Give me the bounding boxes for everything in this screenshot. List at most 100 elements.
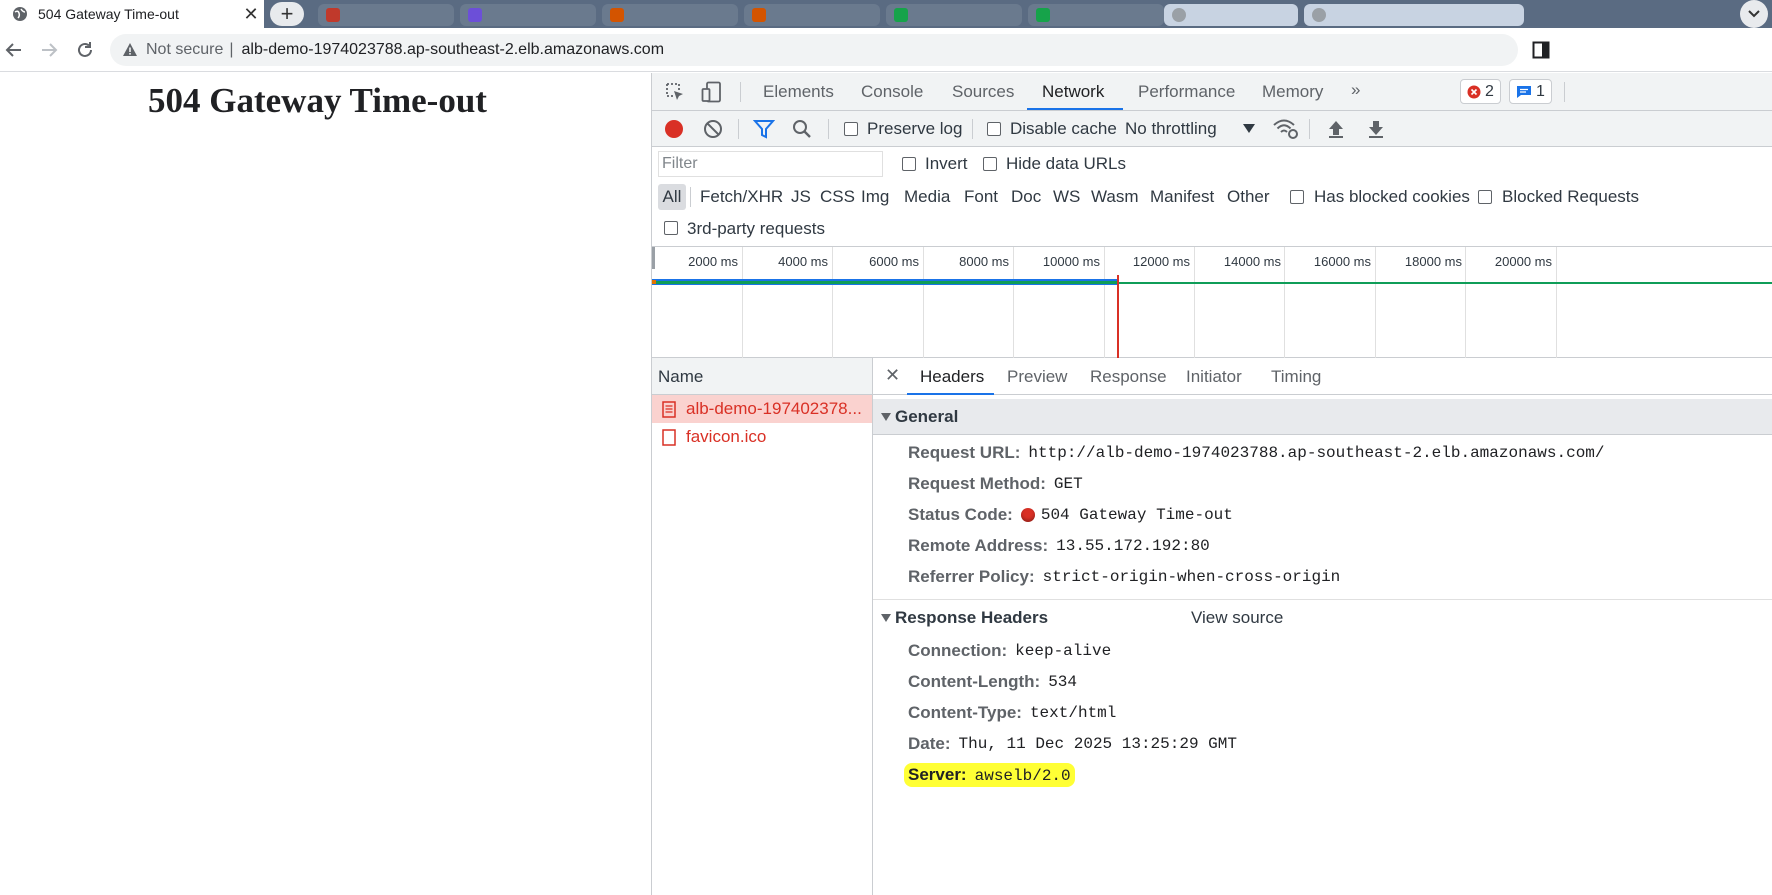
filter-icon[interactable]	[753, 119, 775, 139]
toolbar-divider	[690, 187, 691, 207]
general-row: Request URL: http://alb-demo-1974023788.a…	[873, 437, 1772, 468]
close-details-icon[interactable]: ✕	[885, 365, 900, 386]
file-icon	[662, 428, 676, 446]
third-party-checkbox[interactable]	[664, 221, 678, 235]
background-tab[interactable]	[744, 4, 880, 26]
filter-ws-button[interactable]: WS	[1053, 187, 1080, 207]
preserve-log-checkbox[interactable]	[844, 122, 858, 136]
tab-favicon-icon	[1036, 8, 1050, 22]
tab-favicon-icon	[1172, 8, 1186, 22]
tab-performance[interactable]: Performance	[1138, 82, 1235, 102]
header-value: Thu, 11 Dec 2025 13:25:29 GMT	[958, 734, 1237, 753]
filter-all-button[interactable]: All	[658, 184, 686, 210]
background-tab[interactable]	[886, 4, 1022, 26]
network-overview-timeline[interactable]: 2000 ms 4000 ms 6000 ms 8000 ms 10000 ms…	[652, 247, 1772, 358]
tab-elements[interactable]: Elements	[763, 82, 834, 102]
network-conditions-icon[interactable]	[1273, 118, 1299, 140]
filter-other-button[interactable]: Other	[1227, 187, 1270, 207]
header-value: 534	[1048, 672, 1077, 691]
name-column-header[interactable]: Name	[652, 358, 872, 395]
browser-tab-active[interactable]: 504 Gateway Time-out ✕	[0, 0, 264, 28]
general-row: Status Code: 504 Gateway Time-out	[873, 499, 1772, 530]
has-blocked-cookies-checkbox[interactable]	[1290, 190, 1304, 204]
general-section-header[interactable]: General	[873, 399, 1772, 435]
address-bar[interactable]: Not secure | alb-demo-1974023788.ap-sout…	[110, 34, 1518, 66]
request-name: alb-demo-197402378...	[686, 399, 862, 418]
new-tab-button[interactable]: +	[270, 1, 304, 26]
close-tab-icon[interactable]: ✕	[238, 4, 264, 25]
browser-toolbar: Not secure | alb-demo-1974023788.ap-sout…	[0, 28, 1772, 72]
filter-font-button[interactable]: Font	[964, 187, 998, 207]
tab-memory[interactable]: Memory	[1262, 82, 1323, 102]
tab-network[interactable]: Network	[1042, 82, 1104, 102]
has-blocked-cookies-label: Has blocked cookies	[1314, 187, 1470, 206]
filter-fetch-xhr-button[interactable]: Fetch/XHR	[700, 187, 783, 207]
hide-data-urls-label: Hide data URLs	[1006, 154, 1127, 173]
header-value: 504 Gateway Time-out	[1040, 505, 1233, 524]
side-panel-icon[interactable]	[1532, 41, 1550, 59]
filter-wasm-button[interactable]: Wasm	[1091, 187, 1139, 207]
dropdown-arrow-icon[interactable]	[1243, 124, 1255, 134]
filter-js-button[interactable]: JS	[791, 187, 811, 207]
throttling-select[interactable]: No throttling	[1125, 119, 1217, 139]
upload-icon[interactable]	[1327, 119, 1345, 139]
timeline-start-handle[interactable]	[652, 247, 655, 269]
background-tab[interactable]	[602, 4, 738, 26]
device-toolbar-icon[interactable]	[701, 81, 723, 103]
tab-timing[interactable]: Timing	[1271, 367, 1321, 387]
background-tab[interactable]	[1304, 4, 1524, 26]
header-key: Connection:	[908, 640, 1008, 660]
timeline-tick-label: 2000 ms	[688, 254, 738, 269]
header-value: http://alb-demo-1974023788.ap-southeast-…	[1028, 443, 1605, 462]
general-row: Referrer Policy: strict-origin-when-cross…	[873, 561, 1772, 592]
hide-data-urls-checkbox[interactable]	[983, 157, 997, 171]
blocked-requests-label: Blocked Requests	[1502, 187, 1640, 206]
tab-title: 504 Gateway Time-out	[38, 6, 179, 22]
response-headers-section-header[interactable]: Response Headers View source	[873, 599, 1772, 635]
view-source-link[interactable]: View source	[1191, 608, 1283, 628]
reload-icon[interactable]	[75, 40, 95, 60]
disable-cache-checkbox[interactable]	[987, 122, 1001, 136]
filter-css-button[interactable]: CSS	[820, 187, 855, 207]
tab-sources[interactable]: Sources	[952, 82, 1014, 102]
inspect-element-icon[interactable]	[665, 82, 685, 102]
tab-console[interactable]: Console	[861, 82, 923, 102]
filter-input[interactable]: Filter	[658, 151, 883, 177]
filter-manifest-button[interactable]: Manifest	[1150, 187, 1214, 207]
background-tab[interactable]	[1028, 4, 1164, 26]
filter-media-button[interactable]: Media	[904, 187, 950, 207]
more-tabs-icon[interactable]: »	[1351, 80, 1360, 100]
timeline-tick-label: 10000 ms	[1042, 254, 1100, 269]
tab-preview[interactable]: Preview	[1007, 367, 1067, 387]
filter-doc-button[interactable]: Doc	[1011, 187, 1041, 207]
background-tab[interactable]	[318, 4, 454, 26]
search-icon[interactable]	[792, 119, 812, 139]
back-arrow-icon[interactable]	[4, 40, 24, 60]
filter-img-button[interactable]: Img	[861, 187, 889, 207]
record-icon[interactable]	[664, 119, 684, 139]
tab-search-button[interactable]	[1740, 0, 1768, 28]
tab-initiator[interactable]: Initiator	[1186, 367, 1242, 387]
third-party-label: 3rd-party requests	[687, 219, 825, 238]
timeline-gridline	[1284, 247, 1285, 358]
forward-arrow-icon[interactable]	[39, 40, 59, 60]
timeline-gridline	[1465, 247, 1466, 358]
blocked-requests-checkbox[interactable]	[1478, 190, 1492, 204]
download-icon[interactable]	[1367, 119, 1385, 139]
timeline-gridline	[1556, 247, 1557, 358]
error-count-badge[interactable]: 2	[1460, 79, 1501, 104]
request-row[interactable]: favicon.ico	[652, 423, 872, 451]
background-tab[interactable]	[1164, 4, 1298, 26]
invert-checkbox[interactable]	[902, 157, 916, 171]
background-tab[interactable]	[460, 4, 596, 26]
timeline-load-line	[1119, 282, 1772, 284]
active-tab-indicator	[907, 393, 994, 395]
tab-headers[interactable]: Headers	[920, 367, 984, 387]
tab-response[interactable]: Response	[1090, 367, 1167, 387]
message-count-badge[interactable]: 1	[1509, 79, 1552, 104]
request-row[interactable]: alb-demo-197402378...	[652, 395, 872, 423]
timeline-gridline	[832, 247, 833, 358]
timeline-tick-label: 18000 ms	[1404, 254, 1462, 269]
clear-icon[interactable]	[703, 119, 723, 139]
tab-favicon-icon	[326, 8, 340, 22]
